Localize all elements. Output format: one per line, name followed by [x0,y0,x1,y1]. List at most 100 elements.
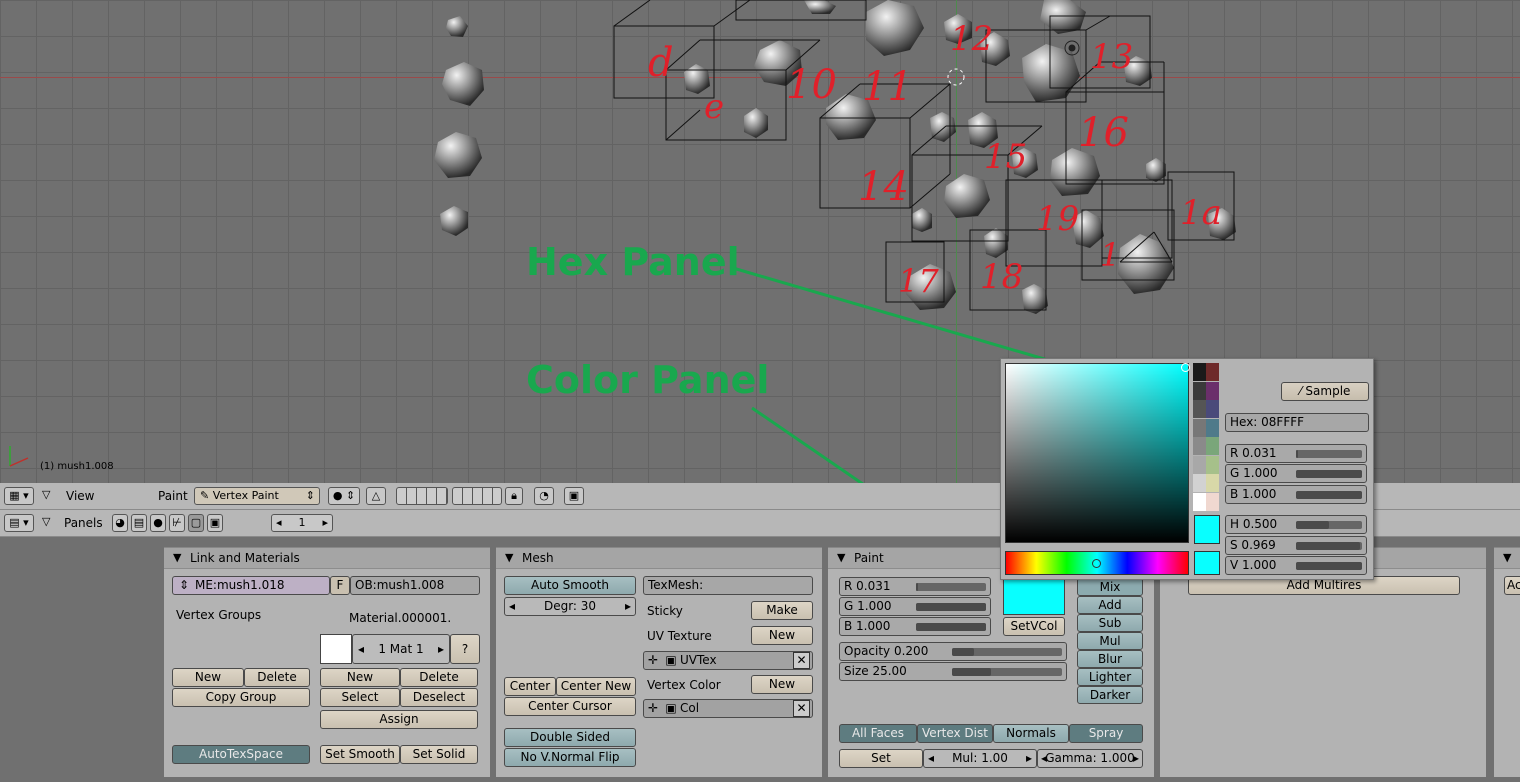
blend-darker[interactable]: Darker [1077,686,1143,704]
paint-color-swatch[interactable] [1003,577,1065,615]
snap-icon[interactable]: ◔ [534,487,554,505]
material-color-swatch[interactable] [320,634,352,664]
normals-toggle[interactable]: Normals [993,724,1069,743]
lock-icon[interactable]: 🔒︎ [505,487,523,505]
palette-swatch[interactable] [1193,455,1206,474]
palette-swatch[interactable] [1206,492,1219,511]
palette-swatch[interactable] [1193,363,1206,381]
context-logic-icon[interactable]: ◕ [112,514,128,532]
next-panel-header[interactable]: ▼ [1494,548,1520,569]
palette-swatch[interactable] [1193,492,1206,511]
palette-swatch[interactable] [1206,418,1219,437]
old-color-swatch[interactable] [1194,551,1220,575]
material-help-button[interactable]: ? [450,634,480,664]
material-index-stepper[interactable]: ◂ 1 Mat 1 ▸ [352,634,450,664]
palette-swatch[interactable] [1206,474,1219,492]
picker-v-slider[interactable]: V 1.000 [1225,556,1367,575]
sv-square[interactable] [1005,363,1189,543]
layers-grid-a[interactable] [396,487,448,505]
paint-r-slider[interactable]: R 0.031 [839,577,991,596]
double-sided-toggle[interactable]: Double Sided [504,728,636,747]
material-delete-button[interactable]: Delete [400,668,478,687]
texmesh-field[interactable]: TexMesh: [643,576,813,595]
center-cursor-button[interactable]: Center Cursor [504,697,636,716]
fake-user-button[interactable]: F [330,576,350,595]
context-object-icon[interactable]: ⊬ [169,514,185,532]
sample-button[interactable]: ⁄ Sample [1281,382,1369,401]
no-vnormal-flip-toggle[interactable]: No V.Normal Flip [504,748,636,767]
draw-type-select[interactable]: ● ⇕ [328,487,360,505]
palette-swatch[interactable] [1193,381,1206,400]
spray-toggle[interactable]: Spray [1069,724,1143,743]
current-color-swatch[interactable] [1194,515,1220,544]
size-slider[interactable]: Size 25.00 [839,662,1067,681]
palette-swatch[interactable] [1206,381,1219,400]
buttons-editor-type[interactable]: ▤ ▾ [4,514,34,532]
autotexspace-toggle[interactable]: AutoTexSpace [172,745,310,764]
paint-b-slider[interactable]: B 1.000 [839,617,991,636]
degree-stepper[interactable]: ◂ Degr: 30 ▸ [504,597,636,616]
close-icon[interactable]: ✕ [793,700,810,717]
material-new-button[interactable]: New [320,668,400,687]
uvtex-layer[interactable]: ✛ ▣ UVTex ✕ [643,651,813,670]
setvcol-button[interactable]: SetVCol [1003,617,1065,636]
collapse-menu-icon-2[interactable]: ▽ [42,515,50,528]
context-editing-icon[interactable]: ▢ [188,514,204,532]
col-layer[interactable]: ✛ ▣ Col ✕ [643,699,813,718]
auto-smooth-toggle[interactable]: Auto Smooth [504,576,636,595]
palette-swatch[interactable] [1193,474,1206,492]
blend-sub[interactable]: Sub [1077,614,1143,632]
picker-s-slider[interactable]: S 0.969 [1225,536,1367,555]
partial-button[interactable]: Ac [1504,576,1520,595]
crosshair-icon[interactable]: ✛ [644,700,662,717]
vgroup-new-button[interactable]: New [172,668,244,687]
palette-swatch[interactable] [1193,437,1206,455]
picker-b-slider[interactable]: B 1.000 [1225,485,1367,504]
blend-add[interactable]: Add [1077,596,1143,614]
mode-select[interactable]: ✎ Vertex Paint ⇕ [194,487,320,505]
object-name-field[interactable]: OB:mush1.008 [350,576,480,595]
vgroup-delete-button[interactable]: Delete [244,668,310,687]
uv-texture-new-button[interactable]: New [751,626,813,645]
palette-swatch[interactable] [1206,363,1219,381]
palette-swatch[interactable] [1193,418,1206,437]
paint-menu[interactable]: Paint [158,489,188,503]
opacity-slider[interactable]: Opacity 0.200 [839,642,1067,661]
hex-field[interactable]: Hex: 08FFFF [1225,413,1369,432]
copy-group-button[interactable]: Copy Group [172,688,310,707]
palette-swatch[interactable] [1206,400,1219,418]
picker-h-slider[interactable]: H 0.500 [1225,515,1367,534]
collapse-menu-icon[interactable]: ▽ [42,488,50,501]
crosshair-icon[interactable]: ✛ [644,652,662,669]
material-deselect-button[interactable]: Deselect [400,688,478,707]
picker-g-slider[interactable]: G 1.000 [1225,464,1367,483]
mul-stepper[interactable]: ◂ Mul: 1.00 ▸ [923,749,1037,768]
vertex-dist-toggle[interactable]: Vertex Dist [917,724,993,743]
set-gamma-button[interactable]: Set [839,749,923,768]
context-scene-icon[interactable]: ▣ [207,514,223,532]
center-button[interactable]: Center [504,677,556,696]
palette-swatch[interactable] [1206,455,1219,474]
set-smooth-button[interactable]: Set Smooth [320,745,400,764]
sticky-make-button[interactable]: Make [751,601,813,620]
picker-r-slider[interactable]: R 0.031 [1225,444,1367,463]
set-solid-button[interactable]: Set Solid [400,745,478,764]
palette-swatch[interactable] [1206,437,1219,455]
panels-menu[interactable]: Panels [64,516,103,530]
center-new-button[interactable]: Center New [556,677,636,696]
material-assign-button[interactable]: Assign [320,710,478,729]
page-stepper[interactable]: ◂ 1 ▸ [271,514,333,532]
editor-type-button[interactable]: ▦ ▾ [4,487,34,505]
mesh-name-field[interactable]: ⇕ ME:mush1.018 [172,576,330,595]
layers-grid-b[interactable] [452,487,502,505]
blend-lighter[interactable]: Lighter [1077,668,1143,686]
pivot-button[interactable]: △ [366,487,386,505]
paint-g-slider[interactable]: G 1.000 [839,597,991,616]
view-menu[interactable]: View [66,489,94,503]
palette-swatch[interactable] [1193,400,1206,418]
render-icon[interactable]: ▣ [564,487,584,505]
blend-blur[interactable]: Blur [1077,650,1143,668]
link-materials-header[interactable]: ▼ Link and Materials [164,548,490,569]
gamma-stepper[interactable]: ◂ Gamma: 1.000 ▸ [1037,749,1143,768]
vertex-color-new-button[interactable]: New [751,675,813,694]
